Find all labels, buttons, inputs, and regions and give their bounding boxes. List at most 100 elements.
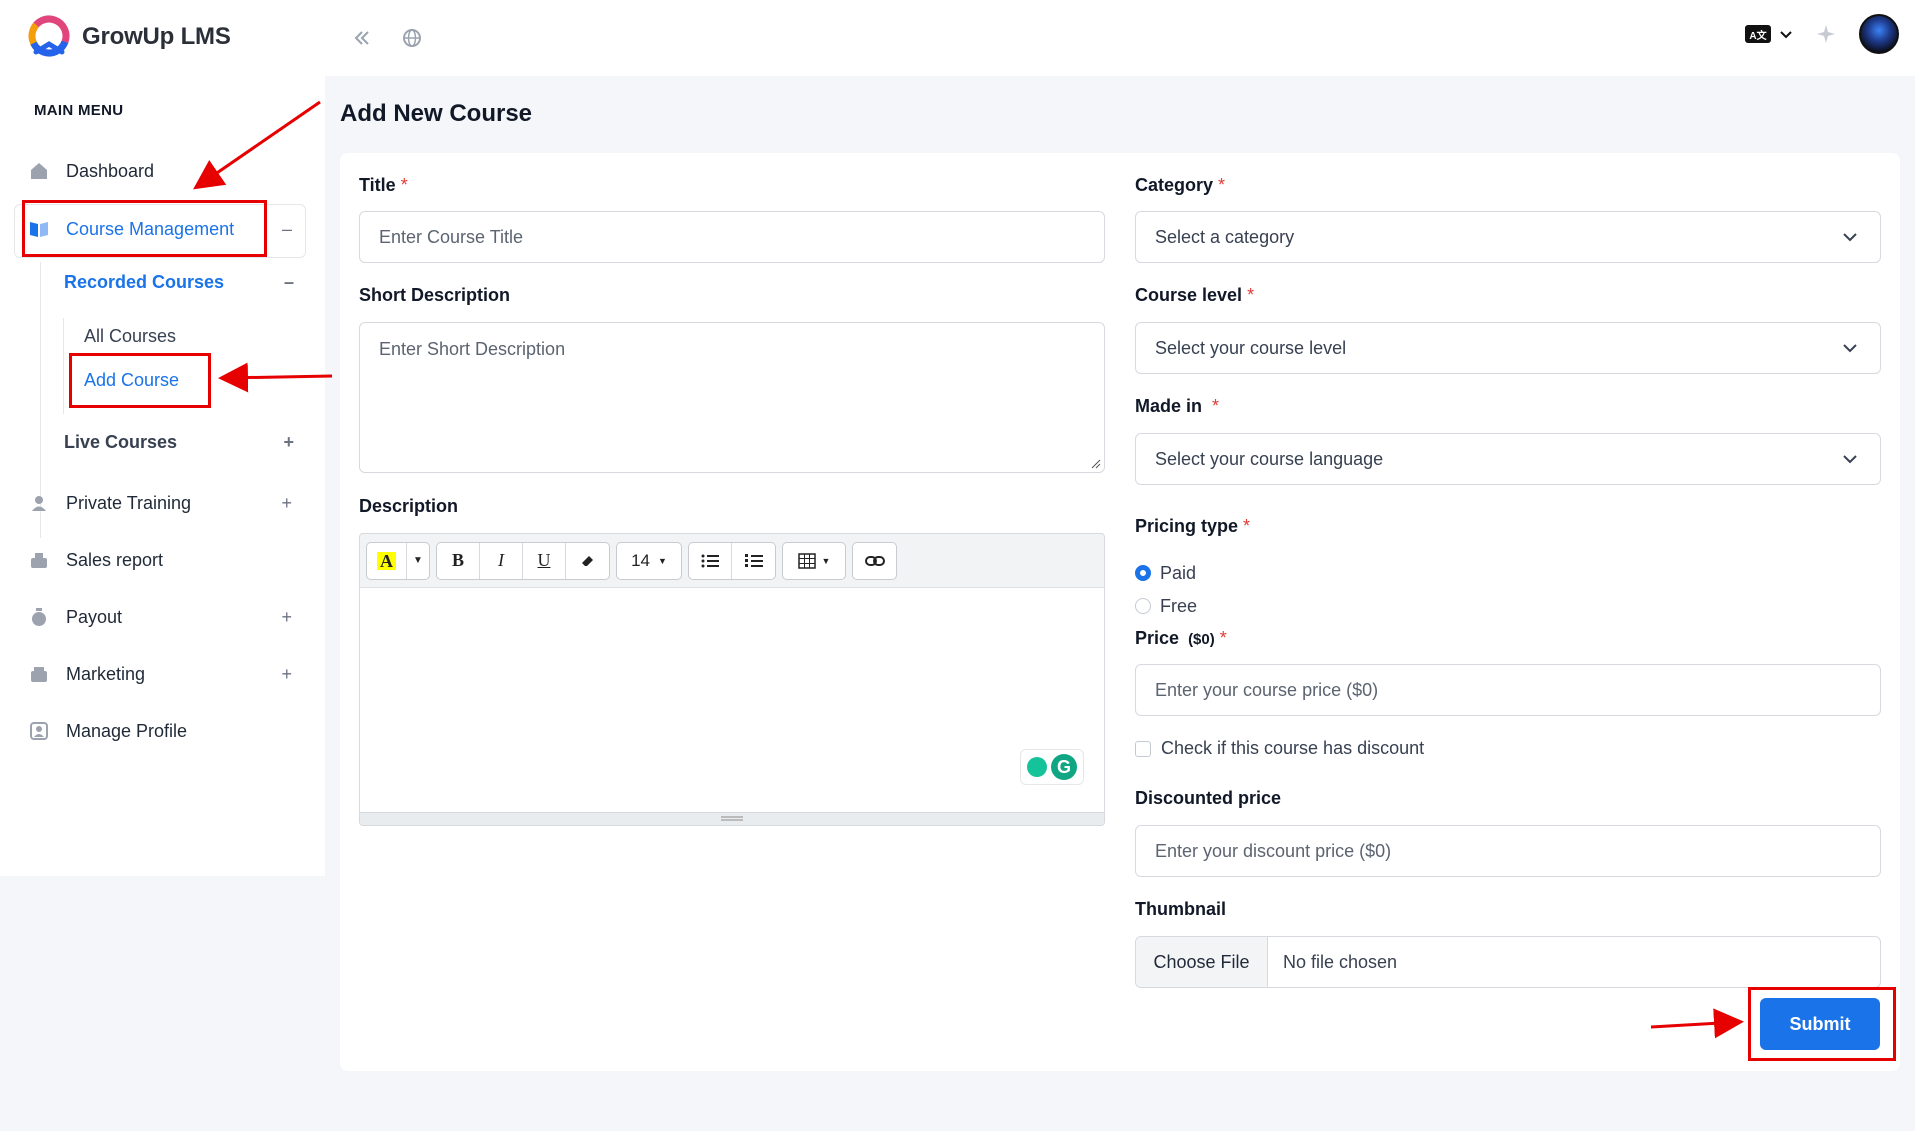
underline-button[interactable]: U — [523, 542, 566, 579]
sidebar-item-sales-report[interactable]: Sales report — [28, 549, 308, 571]
course-level-select[interactable]: Select your course level — [1135, 322, 1881, 374]
annotation-box-add-course — [69, 353, 211, 408]
short-description-textarea[interactable]: Enter Short Description — [359, 322, 1105, 473]
bold-icon: B — [451, 550, 464, 570]
language-select[interactable]: Select your course language — [1135, 433, 1881, 485]
annotation-box-course-management — [22, 200, 267, 257]
sidebar-item-recorded-courses[interactable]: Recorded Courses – — [64, 272, 304, 293]
menu-title: MAIN MENU — [34, 102, 124, 119]
link-group — [852, 541, 897, 580]
profile-icon — [28, 720, 50, 742]
font-color-dropdown[interactable]: ▼ — [407, 543, 429, 579]
pricing-type-label: Pricing type * — [1135, 516, 1250, 537]
numbered-list-button[interactable] — [732, 543, 775, 579]
table-group: ▼ — [782, 541, 846, 580]
sidebar-item-live-courses[interactable]: Live Courses + — [64, 432, 304, 453]
grammarly-icon: G — [1051, 754, 1077, 780]
price-input[interactable]: Enter your course price ($0) — [1135, 664, 1881, 716]
expand-toggle[interactable]: + — [281, 607, 292, 628]
chevron-down-icon — [1843, 455, 1857, 464]
brand-logo[interactable]: GrowUp LMS — [26, 14, 231, 60]
chevron-down-icon: ▼ — [821, 555, 831, 566]
bullet-list-icon — [701, 554, 719, 567]
sidebar-item-all-courses[interactable]: All Courses — [84, 326, 176, 347]
course-title-input[interactable]: Enter Course Title — [359, 211, 1105, 263]
discount-checkbox[interactable] — [1135, 741, 1151, 757]
category-label-text: Category — [1135, 175, 1214, 195]
insert-table-button[interactable]: ▼ — [783, 543, 845, 579]
sidebar-item-dashboard[interactable]: Dashboard — [28, 160, 308, 182]
made-in-label: Made in * — [1135, 396, 1219, 417]
editor-content-area[interactable]: G — [360, 588, 1104, 813]
required-mark: * — [400, 175, 408, 195]
collapse-sidebar-button[interactable] — [346, 22, 378, 54]
submenu-guide-nested — [63, 318, 64, 414]
clear-format-button[interactable] — [566, 543, 609, 579]
course-level-label-text: Course level — [1135, 285, 1243, 305]
expand-toggle[interactable]: + — [281, 664, 292, 685]
category-select[interactable]: Select a category — [1135, 211, 1881, 263]
editor-toolbar: A ▼ B I U 14 ▼ ▼ — [360, 534, 1104, 588]
header-actions: A文 — [1745, 14, 1899, 54]
sidebar-item-label: Recorded Courses — [64, 272, 225, 292]
font-color-button[interactable]: A — [367, 542, 407, 579]
made-in-label-text: Made in — [1135, 396, 1203, 416]
required-mark: * — [1219, 628, 1227, 648]
bold-button[interactable]: B — [437, 542, 480, 579]
language-select-value: Select your course language — [1155, 448, 1384, 469]
sidebar-item-label: Payout — [66, 606, 123, 627]
chevron-down-icon — [1843, 233, 1857, 242]
sidebar-item-marketing[interactable]: Marketing + — [28, 663, 308, 685]
italic-button[interactable]: I — [480, 542, 523, 579]
chart-icon — [28, 549, 50, 571]
bullet-list-button[interactable] — [689, 542, 732, 579]
grammarly-widget[interactable]: G — [1020, 749, 1084, 785]
chevron-down-icon: ▼ — [658, 555, 667, 566]
price-label: Price ($0) * — [1135, 628, 1227, 649]
pricing-free-radio[interactable] — [1135, 598, 1151, 614]
home-icon — [28, 160, 50, 182]
course-level-label: Course level * — [1135, 285, 1254, 306]
collapse-toggle[interactable]: – — [284, 272, 294, 293]
resize-handle-icon[interactable] — [1091, 459, 1101, 469]
user-avatar[interactable] — [1859, 14, 1899, 54]
required-mark: * — [1243, 516, 1251, 536]
choose-file-button[interactable]: Choose File — [1136, 937, 1268, 987]
sidebar-item-label: Manage Profile — [66, 720, 188, 741]
sidebar-item-manage-profile[interactable]: Manage Profile — [28, 720, 308, 742]
pricing-paid-radio[interactable] — [1135, 565, 1151, 581]
sidebar-item-private-training[interactable]: Private Training + — [28, 492, 308, 514]
top-bar: GrowUp LMS A文 — [0, 0, 1915, 76]
sparkle-icon[interactable] — [1815, 23, 1837, 45]
thumbnail-file-input[interactable]: Choose File No file chosen — [1135, 936, 1881, 988]
table-icon — [797, 552, 816, 569]
italic-icon: I — [498, 550, 504, 570]
sidebar-item-label: Live Courses — [64, 432, 178, 452]
expand-toggle[interactable]: + — [283, 432, 294, 453]
globe-icon — [403, 29, 421, 47]
sidebar-item-payout[interactable]: Payout + — [28, 606, 308, 628]
language-switcher[interactable]: A文 — [1745, 25, 1793, 43]
numbered-list-icon — [744, 553, 763, 567]
pricing-type-label-text: Pricing type — [1135, 516, 1239, 536]
price-label-text: Price — [1135, 628, 1180, 648]
insert-link-button[interactable] — [853, 543, 896, 579]
annotation-box-submit — [1748, 987, 1896, 1061]
editor-resize-bar[interactable] — [360, 812, 1104, 825]
format-group: B I U — [436, 541, 610, 580]
short-description-placeholder: Enter Short Description — [379, 339, 566, 359]
collapse-toggle[interactable]: – — [282, 219, 292, 240]
font-size-select[interactable]: 14 ▼ — [617, 543, 681, 579]
discounted-price-input[interactable]: Enter your discount price ($0) — [1135, 825, 1881, 877]
website-button[interactable] — [396, 22, 428, 54]
pricing-paid-label: Paid — [1160, 563, 1197, 583]
category-label: Category * — [1135, 175, 1225, 196]
users-icon — [28, 492, 50, 514]
lightbulb-icon — [1027, 757, 1047, 777]
category-select-value: Select a category — [1155, 226, 1295, 247]
expand-toggle[interactable]: + — [281, 493, 292, 514]
language-icon: A文 — [1745, 25, 1771, 43]
font-size-value: 14 — [631, 550, 650, 570]
font-size-group: 14 ▼ — [616, 541, 682, 580]
thumbnail-label: Thumbnail — [1135, 899, 1226, 919]
